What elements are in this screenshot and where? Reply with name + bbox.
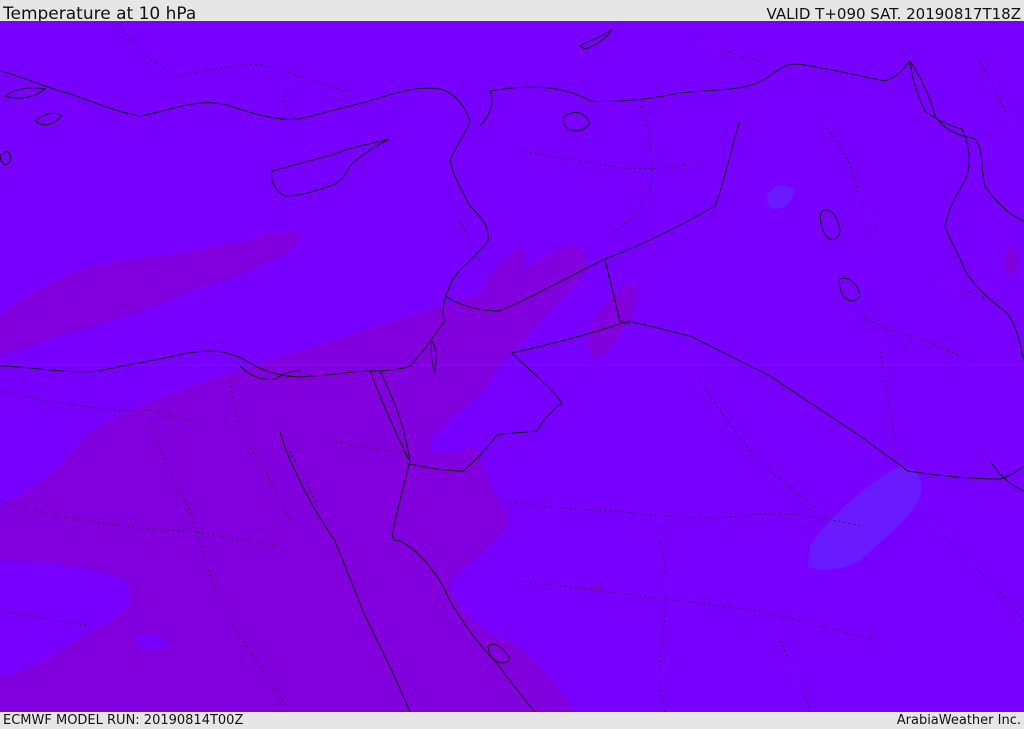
weather-map[interactable] [0,21,1024,712]
temperature-field [0,21,1024,712]
map-header: Temperature at 10 hPa VALID T+090 SAT. 2… [0,0,1024,24]
map-footer: ECMWF MODEL RUN: 20190814T00Z ArabiaWeat… [0,712,1024,729]
credit-label: ArabiaWeather Inc. [896,713,1021,728]
model-run-label: ECMWF MODEL RUN: 20190814T00Z [3,713,244,728]
